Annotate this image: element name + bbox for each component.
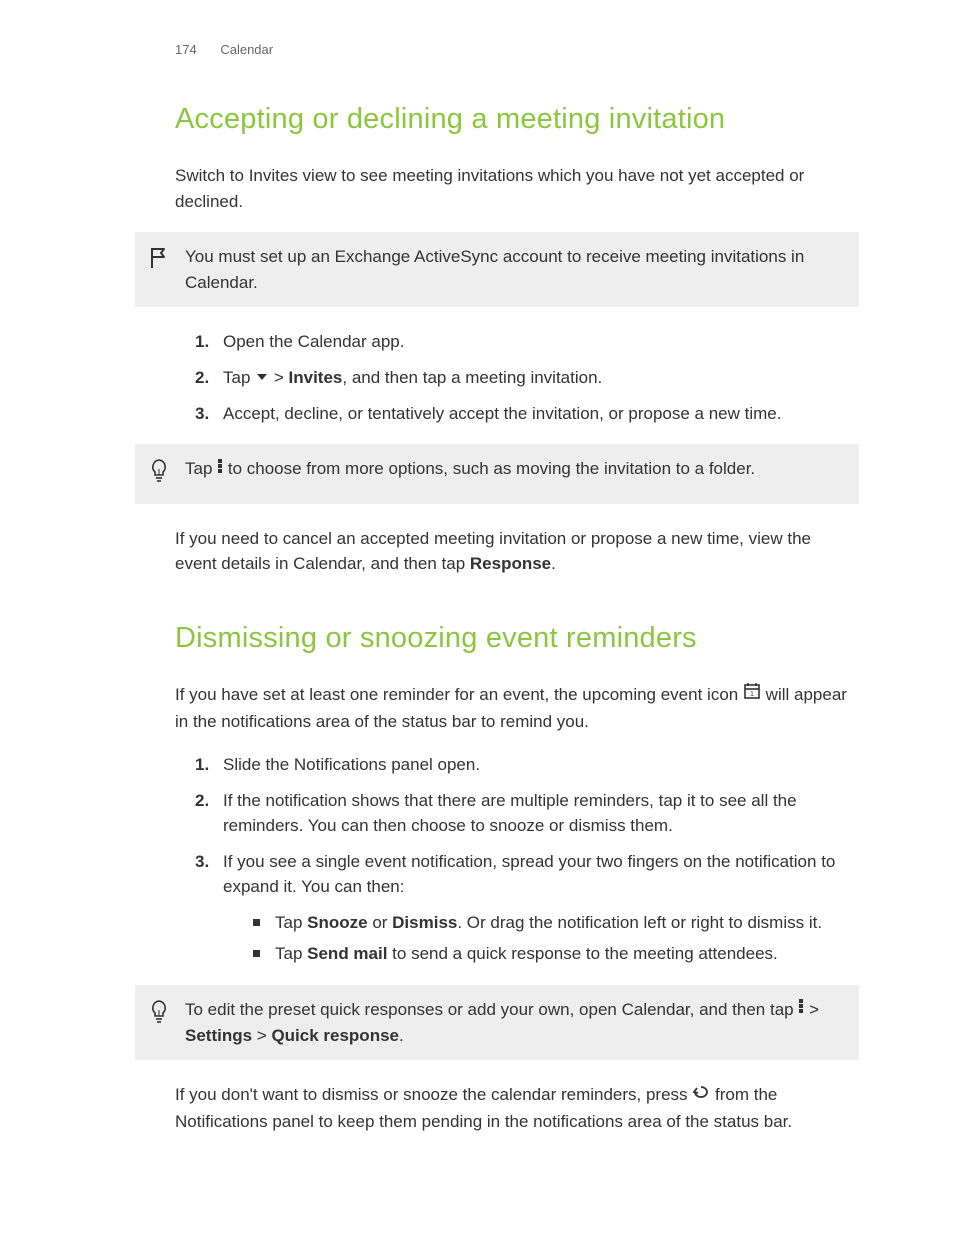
flag-icon: [149, 244, 185, 278]
note-text: You must set up an Exchange ActiveSync a…: [185, 244, 849, 295]
step-text: If you see a single event notification, …: [223, 852, 835, 897]
tip-callout: Tap to choose from more options, such as…: [135, 444, 859, 504]
overflow-menu-icon: [217, 456, 223, 482]
step-text: Slide the Notifications panel open.: [223, 755, 480, 774]
step-bold: Invites: [289, 368, 343, 387]
tip-callout-2: To edit the preset quick responses or ad…: [135, 985, 859, 1061]
closing-paragraph: If you need to cancel an accepted meetin…: [175, 526, 849, 577]
page-number: 174: [175, 42, 197, 57]
bullet-item: Tap Send mail to send a quick response t…: [253, 941, 849, 967]
lightbulb-icon: [149, 456, 185, 492]
dropdown-triangle-icon: [255, 364, 269, 390]
bold-response: Response: [470, 554, 551, 573]
steps-list-2: Slide the Notifications panel open. If t…: [195, 752, 849, 967]
section-title-accepting: Accepting or declining a meeting invitat…: [175, 98, 849, 142]
calendar-event-icon: 1: [743, 682, 761, 708]
step-item: If you see a single event notification, …: [195, 849, 849, 967]
step-item: If the notification shows that there are…: [195, 788, 849, 839]
tip-text-2: To edit the preset quick responses or ad…: [185, 997, 849, 1049]
step-text: Tap: [223, 368, 255, 387]
overflow-menu-icon: [798, 996, 804, 1022]
bullet-item: Tap Snooze or Dismiss. Or drag the notif…: [253, 910, 849, 936]
step-text: , and then tap a meeting invitation.: [342, 368, 602, 387]
step-item: Tap > Invites, and then tap a meeting in…: [195, 365, 849, 391]
intro-paragraph: Switch to Invites view to see meeting in…: [175, 163, 849, 214]
step-text: Open the Calendar app.: [223, 332, 404, 351]
intro-paragraph-2: If you have set at least one reminder fo…: [175, 682, 849, 734]
closing-paragraph-2: If you don't want to dismiss or snooze t…: [175, 1082, 849, 1134]
step-item: Slide the Notifications panel open.: [195, 752, 849, 778]
header-section: Calendar: [220, 42, 273, 57]
tip-text: Tap to choose from more options, such as…: [185, 456, 849, 482]
page-header: 174 Calendar: [175, 40, 849, 60]
back-return-icon: [692, 1082, 710, 1108]
step-text: If the notification shows that there are…: [223, 791, 797, 836]
steps-list-1: Open the Calendar app. Tap > Invites, an…: [195, 329, 849, 426]
step-text: >: [269, 368, 288, 387]
sub-bullets: Tap Snooze or Dismiss. Or drag the notif…: [253, 910, 849, 967]
note-callout: You must set up an Exchange ActiveSync a…: [135, 232, 859, 307]
section-title-dismissing: Dismissing or snoozing event reminders: [175, 617, 849, 661]
svg-text:1: 1: [750, 691, 754, 698]
step-item: Open the Calendar app.: [195, 329, 849, 355]
step-text: Accept, decline, or tentatively accept t…: [223, 404, 781, 423]
step-item: Accept, decline, or tentatively accept t…: [195, 401, 849, 427]
lightbulb-icon: [149, 997, 185, 1033]
